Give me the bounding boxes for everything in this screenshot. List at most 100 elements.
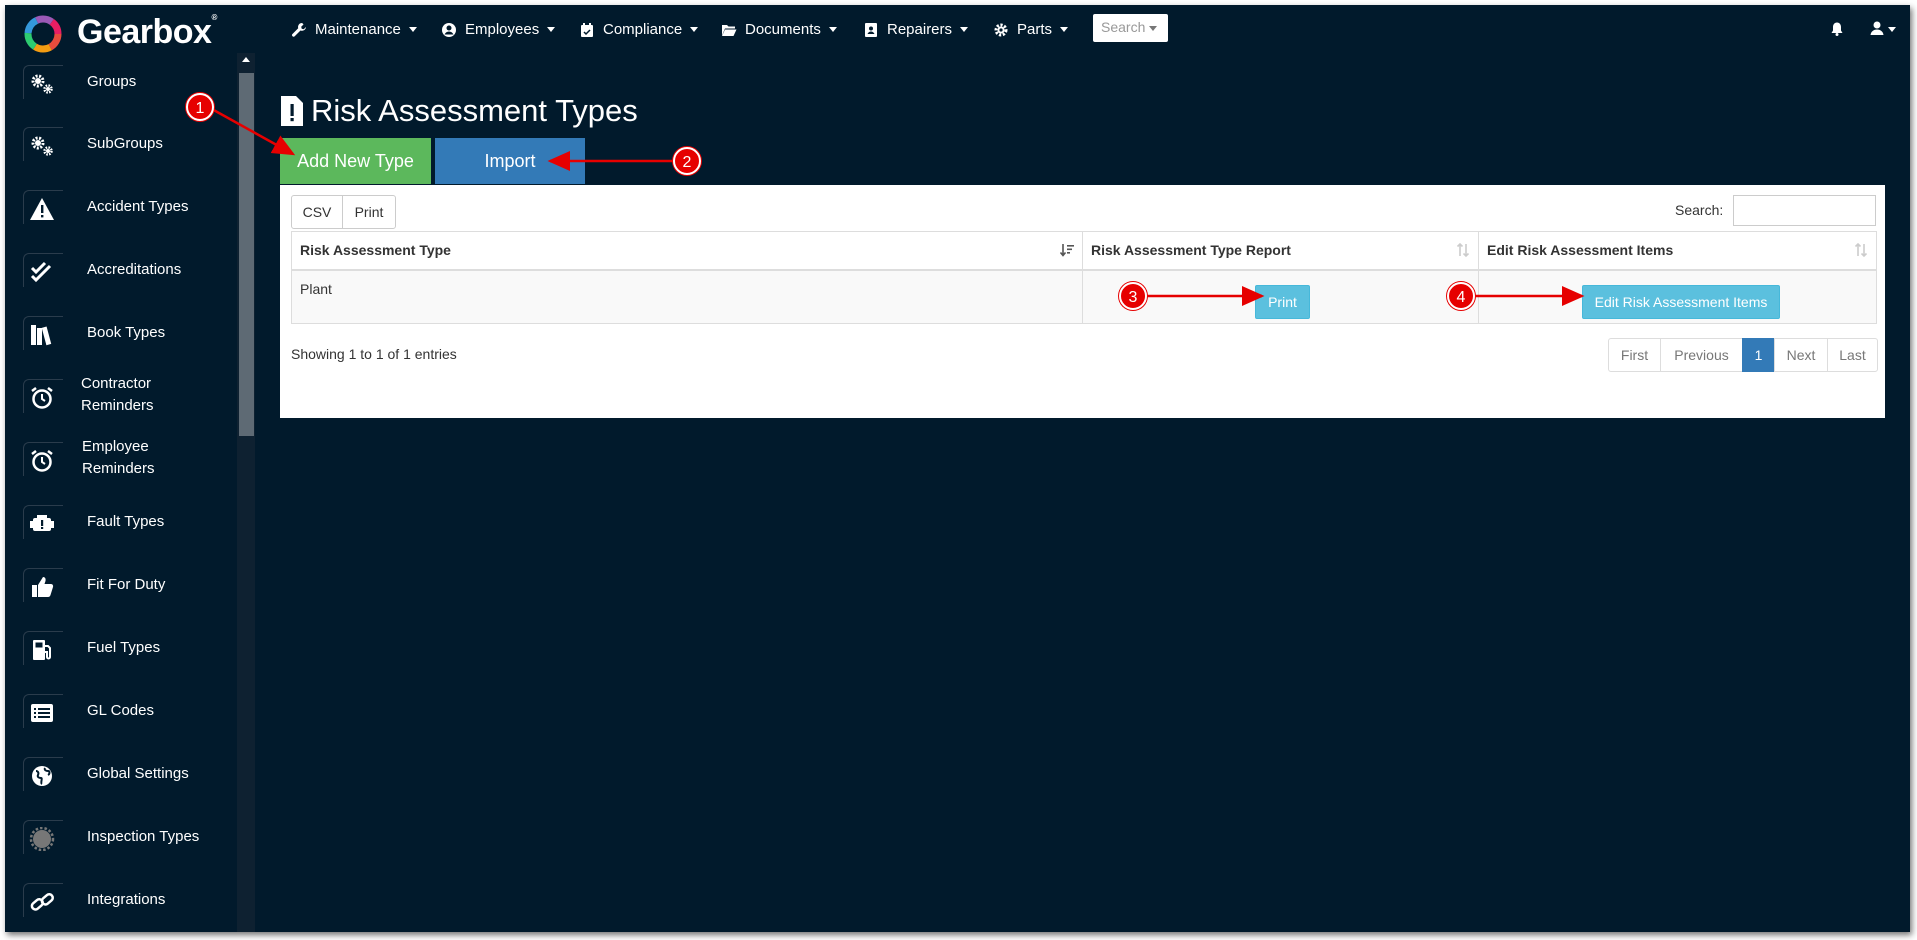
address-book-icon [865, 22, 877, 37]
print-table-button[interactable]: Print [342, 195, 396, 229]
column-header-report[interactable]: Risk Assessment Type Report [1082, 231, 1479, 271]
annotation-badge-2: 2 [673, 147, 701, 175]
gas-pump-icon [23, 631, 63, 665]
sidebar-item-label: Inspection Types [87, 828, 200, 845]
list-alt-icon [23, 694, 63, 728]
search-dropdown[interactable]: Search [1093, 14, 1168, 42]
sort-icon [1456, 242, 1470, 258]
nav-label: Documents [745, 21, 821, 38]
sidebar-scrollbar-thumb[interactable] [239, 73, 254, 436]
nav-compliance[interactable]: Compliance [579, 21, 699, 38]
nav-label: Repairers [887, 21, 953, 38]
nav-label: Compliance [603, 21, 683, 38]
sidebar-item-label: Employee Reminders [82, 436, 155, 480]
sidebar-item-accident-types[interactable]: Accident Types [5, 178, 225, 238]
calendar-check-icon [581, 22, 593, 37]
print-report-button[interactable]: Print [1255, 285, 1310, 319]
nav-label: Parts [1017, 21, 1053, 38]
column-header-edit-items[interactable]: Edit Risk Assessment Items [1478, 231, 1877, 271]
sidebar-label-line: Employee [82, 438, 149, 455]
annotation-badge-4: 4 [1447, 282, 1475, 310]
sidebar-item-label: Contractor Reminders [81, 373, 154, 417]
user-menu[interactable] [1869, 20, 1899, 40]
scroll-up-arrow-icon[interactable] [242, 57, 250, 62]
sidebar-item-fuel-types[interactable]: Fuel Types [5, 619, 225, 679]
sidebar-label-line: Contractor [81, 375, 152, 392]
column-header-label: Edit Risk Assessment Items [1487, 242, 1674, 259]
cogs-icon [23, 65, 63, 99]
nav-repairers[interactable]: Repairers [863, 21, 969, 38]
nav-label: Employees [465, 21, 540, 38]
annotation-badge-1: 1 [186, 93, 214, 121]
cell-type: Plant [291, 269, 1083, 324]
sidebar-item-label: SubGroups [87, 135, 163, 152]
brand-text: Gearbox [77, 13, 212, 51]
folder-open-icon [722, 24, 737, 36]
sidebar-item-label: Groups [87, 73, 137, 90]
sidebar-item-inspection-types[interactable]: Inspection Types [5, 808, 225, 868]
pagination-next[interactable]: Next [1774, 338, 1828, 372]
sort-icon [1854, 242, 1868, 258]
wrench-icon [292, 22, 306, 37]
table-search-input[interactable] [1733, 195, 1876, 226]
sidebar-item-contractor-reminders[interactable]: Contractor Reminders [5, 367, 225, 427]
caret-down-icon [1060, 27, 1069, 32]
sidebar: Groups SubGroups Accident Types Accredit… [5, 53, 243, 932]
sidebar-item-label: Global Settings [87, 765, 189, 782]
nav-documents[interactable]: Documents [721, 21, 837, 38]
certificate-icon [23, 820, 63, 854]
books-icon [23, 316, 63, 350]
sidebar-item-label: Accident Types [87, 198, 189, 215]
nav-label: Maintenance [315, 21, 401, 38]
caret-down-icon [960, 27, 969, 32]
top-navbar: Gearbox® Maintenance Employees Complianc… [5, 5, 1910, 63]
engine-warning-icon [23, 505, 63, 539]
warning-icon [23, 190, 63, 224]
sidebar-item-label: GL Codes [87, 702, 154, 719]
table-search-label: Search: [1675, 202, 1724, 218]
search-dropdown-label: Search [1101, 19, 1146, 35]
gearbox-logo-icon[interactable] [23, 14, 63, 54]
sidebar-item-fit-for-duty[interactable]: Fit For Duty [5, 556, 225, 616]
user-circle-icon [442, 22, 456, 37]
sidebar-item-integrations[interactable]: Integrations [5, 871, 225, 931]
bell-icon[interactable] [1829, 21, 1845, 37]
caret-down-icon [828, 27, 837, 32]
sidebar-item-book-types[interactable]: Book Types [5, 304, 225, 364]
edit-risk-assessment-items-button[interactable]: Edit Risk Assessment Items [1582, 285, 1780, 319]
sidebar-item-global-settings[interactable]: Global Settings [5, 745, 225, 805]
sidebar-item-accreditations[interactable]: Accreditations [5, 241, 225, 301]
sidebar-item-label: Fault Types [87, 513, 165, 530]
pagination-first[interactable]: First [1608, 338, 1661, 372]
add-new-type-button[interactable]: Add New Type [280, 138, 431, 184]
user-icon [1870, 21, 1884, 35]
brand-registered-mark: ® [211, 13, 217, 22]
import-button[interactable]: Import [435, 138, 585, 184]
cog-icon [994, 23, 1008, 36]
annotation-badge-3: 3 [1119, 282, 1147, 310]
table-info: Showing 1 to 1 of 1 entries [291, 346, 457, 362]
nav-employees[interactable]: Employees [441, 21, 556, 38]
brand-name[interactable]: Gearbox® [77, 13, 217, 52]
sort-desc-icon [1060, 244, 1074, 257]
sidebar-item-gl-codes[interactable]: GL Codes [5, 682, 225, 742]
page-title: Risk Assessment Types [311, 93, 638, 128]
pagination-page-1[interactable]: 1 [1742, 338, 1775, 372]
column-header-label: Risk Assessment Type Report [1091, 242, 1291, 259]
caret-down-icon [547, 27, 556, 32]
thumbs-up-icon [23, 568, 63, 602]
alarm-clock-icon [23, 442, 63, 476]
nav-parts[interactable]: Parts [993, 21, 1069, 38]
column-header-type[interactable]: Risk Assessment Type [291, 231, 1083, 271]
nav-maintenance[interactable]: Maintenance [291, 21, 417, 38]
sidebar-item-subgroups[interactable]: SubGroups [5, 115, 225, 175]
pagination-last[interactable]: Last [1827, 338, 1878, 372]
sidebar-label-line: Reminders [81, 397, 154, 414]
sidebar-item-employee-reminders[interactable]: Employee Reminders [5, 430, 225, 490]
caret-down-icon [1888, 27, 1896, 32]
sidebar-item-label: Integrations [87, 891, 166, 908]
pagination-previous[interactable]: Previous [1660, 338, 1743, 372]
caret-down-icon [408, 27, 417, 32]
csv-export-button[interactable]: CSV [291, 195, 343, 229]
sidebar-item-fault-types[interactable]: Fault Types [5, 493, 225, 553]
